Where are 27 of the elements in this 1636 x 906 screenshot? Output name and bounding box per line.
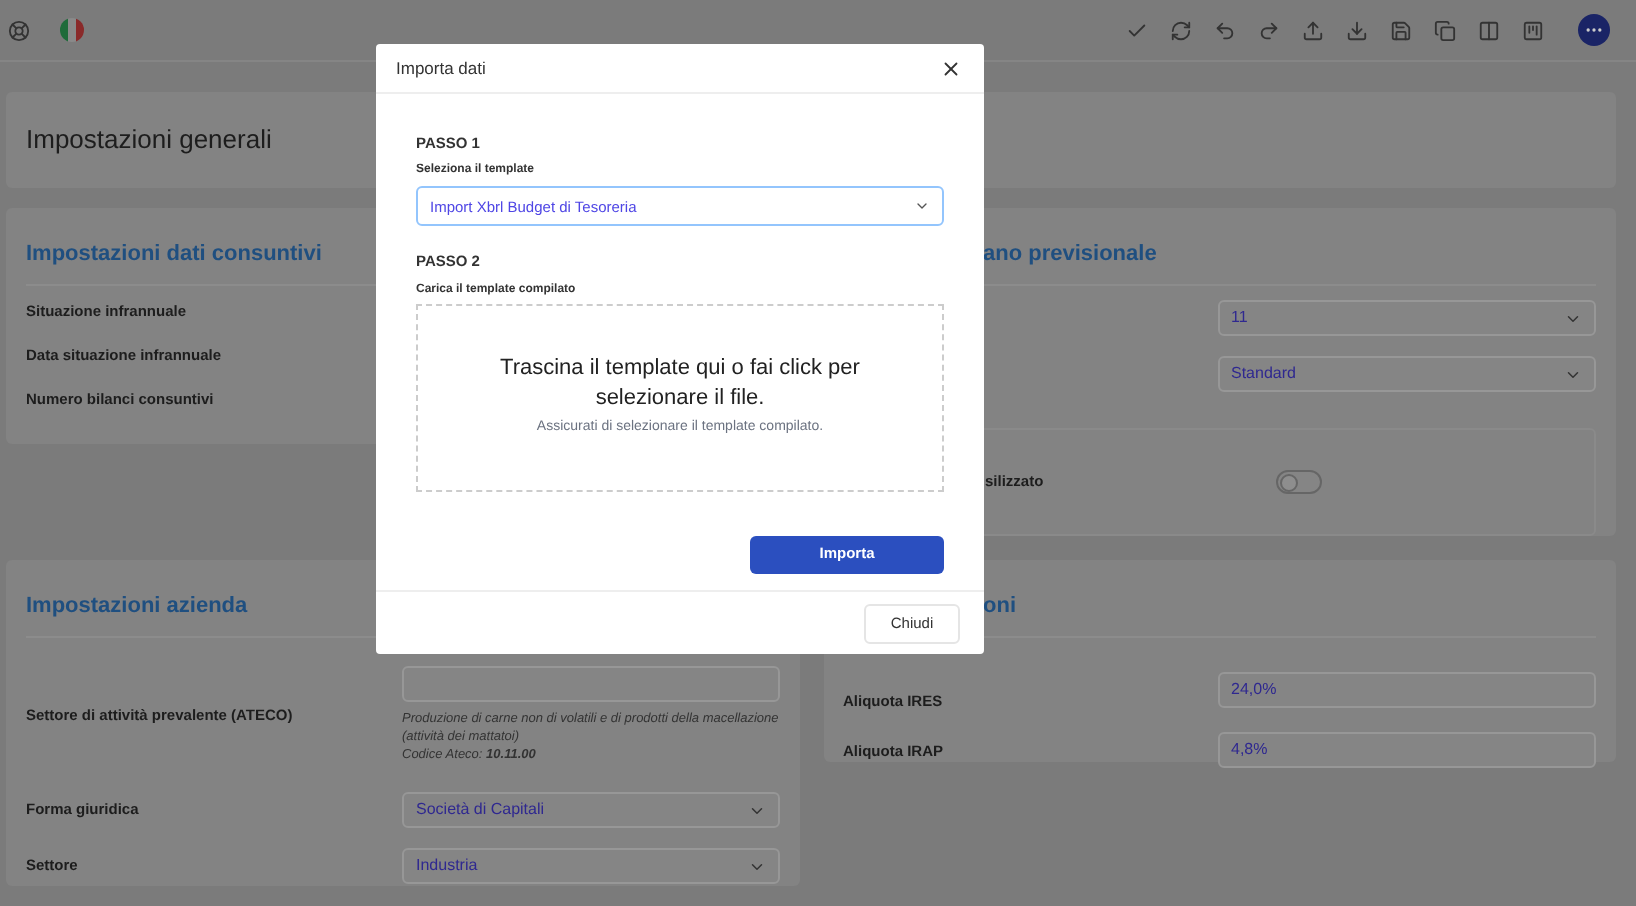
more-menu-button[interactable]: [1578, 14, 1610, 46]
toggle-switch[interactable]: [1275, 470, 1322, 494]
panel-title: Impostazioni azienda: [26, 594, 248, 618]
panel-title: Impostazioni dati consuntivi: [26, 242, 322, 266]
panel-title: ano previsionale: [983, 242, 1157, 266]
input-field[interactable]: 4,8%: [1217, 732, 1596, 769]
upload-icon[interactable]: [1302, 19, 1324, 41]
lifebuoy-icon[interactable]: [8, 19, 30, 41]
undo-icon[interactable]: [1214, 19, 1236, 41]
dialog-title: Importa dati: [396, 55, 486, 81]
columns-icon[interactable]: [1478, 19, 1500, 41]
select-field[interactable]: Società di Capitali: [402, 792, 779, 828]
close-icon[interactable]: [940, 57, 962, 79]
copy-icon[interactable]: [1434, 19, 1456, 41]
select-field[interactable]: Industria: [402, 848, 779, 884]
refresh-icon[interactable]: [1170, 19, 1192, 41]
flag-icon[interactable]: [60, 18, 84, 42]
check-icon[interactable]: [1126, 19, 1148, 41]
redo-icon[interactable]: [1258, 19, 1280, 41]
select-field[interactable]: Standard: [1217, 356, 1596, 392]
board-icon[interactable]: [1522, 19, 1544, 41]
save-icon[interactable]: [1390, 19, 1412, 41]
download-icon[interactable]: [1346, 19, 1368, 41]
panel-title: oni: [983, 594, 1016, 618]
input-field[interactable]: 24,0%: [1217, 671, 1596, 708]
select-field[interactable]: 11: [1217, 300, 1596, 336]
panel-title: Impostazioni generali: [26, 122, 272, 159]
